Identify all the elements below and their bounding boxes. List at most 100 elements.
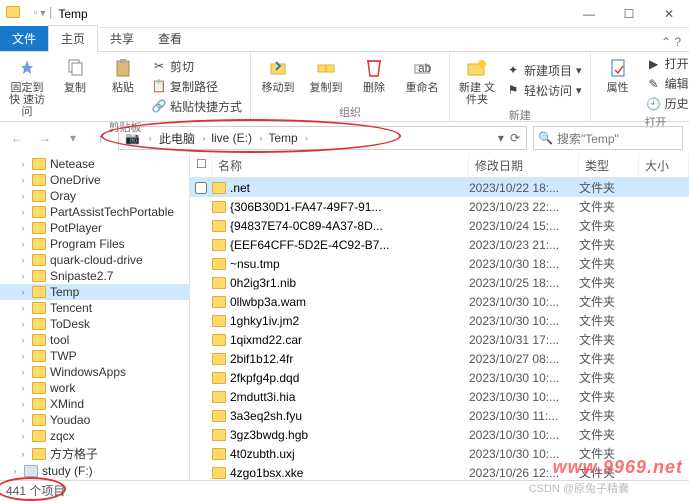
tree-item[interactable]: ›Oray bbox=[0, 188, 189, 204]
easy-access-icon: ⚑ bbox=[506, 83, 520, 97]
col-name[interactable]: 名称 bbox=[212, 154, 469, 177]
tree-item[interactable]: ›tool bbox=[0, 332, 189, 348]
group-organize-label: 组织 bbox=[257, 103, 443, 121]
edit-icon: ✎ bbox=[647, 77, 661, 91]
new-item-button[interactable]: ✦新建项目 ▾ bbox=[504, 61, 584, 80]
paste-button[interactable]: 粘贴 bbox=[102, 54, 144, 118]
breadcrumb-drive[interactable]: live (E:) › bbox=[209, 131, 264, 145]
copy-icon bbox=[63, 56, 87, 80]
breadcrumb-folder[interactable]: Temp › bbox=[266, 131, 310, 145]
tab-view[interactable]: 查看 bbox=[146, 26, 194, 51]
tree-item[interactable]: ›XMind bbox=[0, 396, 189, 412]
row-checkbox[interactable] bbox=[195, 182, 207, 194]
tree-item[interactable]: ›OneDrive bbox=[0, 172, 189, 188]
tree-item[interactable]: ›Temp bbox=[0, 284, 189, 300]
folder-icon bbox=[212, 220, 226, 232]
col-date[interactable]: 修改日期 bbox=[469, 154, 579, 177]
group-new-label: 新建 bbox=[456, 106, 584, 124]
file-row[interactable]: 3gz3bwdg.hgb2023/10/30 10:...文件夹 bbox=[190, 425, 689, 444]
maximize-button[interactable]: ☐ bbox=[609, 0, 649, 28]
tree-item[interactable]: ›Youdao bbox=[0, 412, 189, 428]
col-type[interactable]: 类型 bbox=[579, 154, 639, 177]
open-button[interactable]: ▶打开 ▾ bbox=[645, 54, 689, 73]
rename-button[interactable]: ab重命名 bbox=[401, 54, 443, 103]
quick-access-toolbar: ▫ ▾ │ bbox=[34, 8, 54, 19]
address-bar[interactable]: 📷 › 此电脑 › live (E:) › Temp › ▾ ⟳ bbox=[118, 126, 527, 150]
tree-item[interactable]: ›WindowsApps bbox=[0, 364, 189, 380]
file-list: ☐ 名称 修改日期 类型 大小 .net2023/10/22 18:...文件夹… bbox=[190, 154, 689, 480]
tree-item[interactable]: ›Program Files bbox=[0, 236, 189, 252]
folder-icon bbox=[212, 201, 226, 213]
tree-item[interactable]: ›PartAssistTechPortable bbox=[0, 204, 189, 220]
tab-share[interactable]: 共享 bbox=[98, 26, 146, 51]
file-row[interactable]: 4zgo1bsx.xke2023/10/26 12:...文件夹 bbox=[190, 463, 689, 480]
file-row[interactable]: 1qixmd22.car2023/10/31 17:...文件夹 bbox=[190, 330, 689, 349]
minimize-button[interactable]: — bbox=[569, 0, 609, 28]
file-row[interactable]: 3a3eq2sh.fyu2023/10/30 11:...文件夹 bbox=[190, 406, 689, 425]
file-row[interactable]: 0h2ig3r1.nib2023/10/25 18:...文件夹 bbox=[190, 273, 689, 292]
copyto-icon bbox=[314, 56, 338, 80]
tree-drive[interactable]: ›study (F:) bbox=[0, 463, 189, 479]
tree-item[interactable]: ›zqcx bbox=[0, 428, 189, 444]
delete-button[interactable]: 删除 bbox=[353, 54, 395, 103]
new-folder-button[interactable]: 新建 文件夹 bbox=[456, 54, 498, 106]
nav-recent-button[interactable]: ▾ bbox=[62, 127, 84, 149]
nav-up-button[interactable]: ↑ bbox=[90, 127, 112, 149]
copy-to-button[interactable]: 复制到 bbox=[305, 54, 347, 103]
tree-item[interactable]: ›Netease bbox=[0, 156, 189, 172]
folder-icon bbox=[212, 353, 226, 365]
history-button[interactable]: 🕘历史记录 bbox=[645, 94, 689, 113]
file-row[interactable]: {EEF64CFF-5D2E-4C92-B7...2023/10/23 21:.… bbox=[190, 235, 689, 254]
nav-back-button[interactable]: ← bbox=[6, 127, 28, 149]
close-button[interactable]: ✕ bbox=[649, 0, 689, 28]
folder-icon bbox=[212, 410, 226, 422]
col-size[interactable]: 大小 bbox=[639, 154, 689, 177]
tree-item[interactable]: ›方方格子 bbox=[0, 444, 189, 463]
tree-item[interactable]: ›ToDesk bbox=[0, 316, 189, 332]
tree-item[interactable]: ›work bbox=[0, 380, 189, 396]
folder-icon bbox=[32, 448, 46, 460]
file-row[interactable]: {306B30D1-FA47-49F7-91...2023/10/23 22:.… bbox=[190, 197, 689, 216]
file-row[interactable]: ~nsu.tmp2023/10/30 18:...文件夹 bbox=[190, 254, 689, 273]
folder-icon bbox=[32, 382, 46, 394]
cut-button[interactable]: ✂剪切 bbox=[150, 57, 244, 76]
breadcrumb-pc[interactable]: 📷 › 此电脑 › bbox=[123, 130, 207, 147]
tree-item[interactable]: ›TWP bbox=[0, 348, 189, 364]
file-row[interactable]: {94837E74-0C89-4A37-8D...2023/10/24 15:.… bbox=[190, 216, 689, 235]
tree-item[interactable]: ›PotPlayer bbox=[0, 220, 189, 236]
file-row[interactable]: 2bif1b12.4fr2023/10/27 08:...文件夹 bbox=[190, 349, 689, 368]
easy-access-button[interactable]: ⚑轻松访问 ▾ bbox=[504, 81, 584, 100]
file-row[interactable]: 1ghky1iv.jm22023/10/30 10:...文件夹 bbox=[190, 311, 689, 330]
tree-item[interactable]: ›Snipaste2.7 bbox=[0, 268, 189, 284]
col-checkbox[interactable]: ☐ bbox=[190, 154, 212, 177]
edit-button[interactable]: ✎编辑 bbox=[645, 74, 689, 93]
folder-icon bbox=[212, 429, 226, 441]
pin-icon bbox=[15, 56, 39, 80]
title-bar: ▫ ▾ │ Temp — ☐ ✕ bbox=[0, 0, 689, 28]
file-row[interactable]: 2mdutt3i.hia2023/10/30 10:...文件夹 bbox=[190, 387, 689, 406]
tab-home[interactable]: 主页 bbox=[48, 25, 98, 52]
folder-icon bbox=[32, 302, 46, 314]
column-headers[interactable]: ☐ 名称 修改日期 类型 大小 bbox=[190, 154, 689, 178]
nav-tree[interactable]: ›Netease›OneDrive›Oray›PartAssistTechPor… bbox=[0, 154, 190, 480]
tab-file[interactable]: 文件 bbox=[0, 26, 48, 51]
properties-button[interactable]: 属性 bbox=[597, 54, 639, 113]
paste-shortcut-button[interactable]: 🔗粘贴快捷方式 bbox=[150, 97, 244, 116]
pin-quick-access-button[interactable]: 固定到快 速访问 bbox=[6, 54, 48, 118]
copy-button[interactable]: 复制 bbox=[54, 54, 96, 118]
cut-icon: ✂ bbox=[152, 59, 166, 73]
file-row[interactable]: .net2023/10/22 18:...文件夹 bbox=[190, 178, 689, 197]
nav-forward-button[interactable]: → bbox=[34, 127, 56, 149]
move-to-button[interactable]: 移动到 bbox=[257, 54, 299, 103]
copy-path-button[interactable]: 📋复制路径 bbox=[150, 77, 244, 96]
file-row[interactable]: 4t0zubth.uxj2023/10/30 10:...文件夹 bbox=[190, 444, 689, 463]
refresh-icon[interactable]: ⟳ bbox=[510, 131, 520, 145]
file-row[interactable]: 2fkpfg4p.dqd2023/10/30 10:...文件夹 bbox=[190, 368, 689, 387]
tree-item[interactable]: ›Tencent bbox=[0, 300, 189, 316]
search-box[interactable]: 🔍 搜索"Temp" bbox=[533, 126, 683, 150]
addr-dropdown-icon[interactable]: ▾ bbox=[498, 131, 504, 145]
tree-item[interactable]: ›quark-cloud-drive bbox=[0, 252, 189, 268]
file-row[interactable]: 0llwbp3a.wam2023/10/30 10:...文件夹 bbox=[190, 292, 689, 311]
ribbon-collapse-icon[interactable]: ⌃ ? bbox=[653, 33, 689, 51]
folder-icon bbox=[212, 334, 226, 346]
